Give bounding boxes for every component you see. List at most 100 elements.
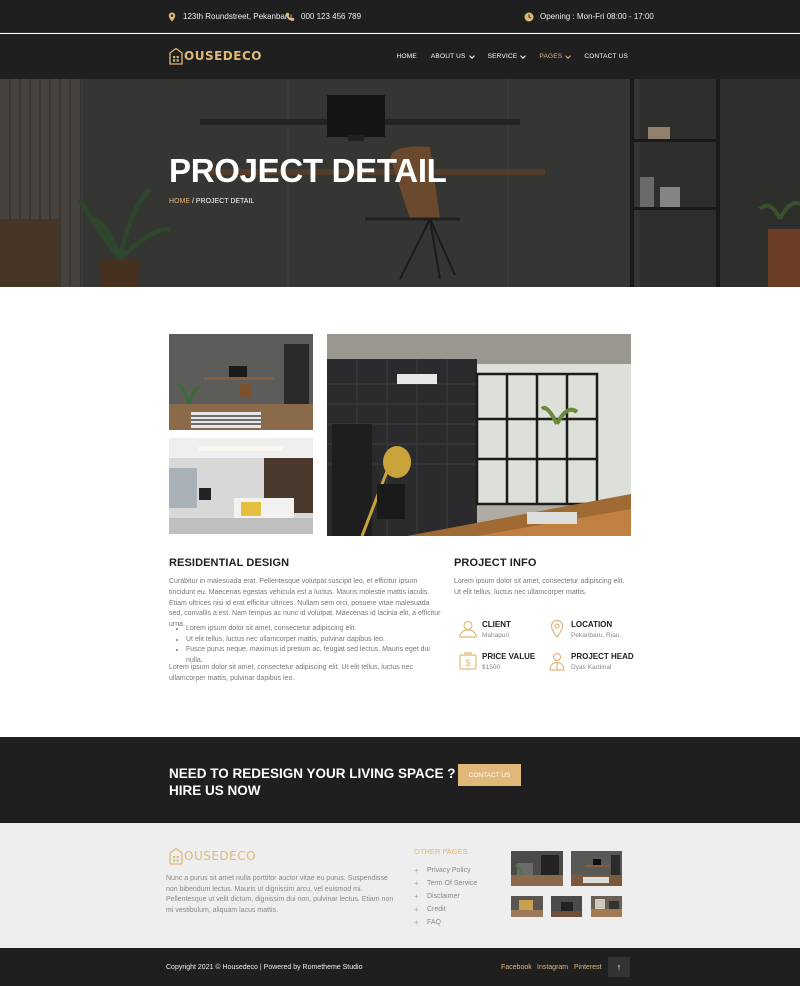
list-item: Lorem ipsum dolor sit amet, consectetur … bbox=[186, 624, 446, 635]
footer-about-text: Nunc a purus sit amet nulla porttitor au… bbox=[166, 875, 394, 914]
chevron-down-icon bbox=[468, 52, 475, 59]
footer-link-label: FAQ bbox=[427, 919, 442, 926]
thumb-photo bbox=[571, 851, 622, 886]
site-logo[interactable]: OUSEDECO bbox=[169, 47, 262, 65]
cta-heading: NEED TO REDESIGN YOUR LIVING SPACE ? HIR… bbox=[169, 765, 459, 799]
client-value: Mahapuri bbox=[482, 632, 510, 639]
residential-design-heading: RESIDENTIAL DESIGN bbox=[169, 557, 290, 569]
gallery-image-bedroom[interactable] bbox=[169, 438, 313, 534]
price-label: PRICE VALUE bbox=[482, 652, 536, 661]
plus-icon: + bbox=[414, 879, 419, 888]
info-price: $ PRICE VALUE $1500 bbox=[458, 651, 535, 671]
contact-us-button[interactable]: CONTACT US bbox=[458, 764, 521, 786]
gallery-image-office[interactable] bbox=[169, 334, 313, 430]
nav-contact-label: CONTACT US bbox=[584, 53, 628, 60]
info-project-head: PROJECT HEAD Dyas Kardinal bbox=[547, 651, 634, 671]
thumb-photo bbox=[511, 851, 563, 886]
footer-logo[interactable]: OUSEDECO bbox=[169, 847, 256, 865]
footer-link-label: Term Of Service bbox=[427, 880, 478, 887]
page-hero: PROJECT DETAIL HOME / PROJECT DETAIL bbox=[0, 79, 800, 287]
chevron-down-icon bbox=[520, 52, 527, 59]
cta-line-1: NEED TO REDESIGN YOUR LIVING SPACE ? bbox=[169, 766, 456, 781]
opening-hours: Opening : Mon-Fri 08:00 - 17:00 bbox=[524, 0, 654, 33]
footer-link-faq[interactable]: + FAQ bbox=[414, 916, 477, 929]
other-pages-heading: OTHER PAGES bbox=[414, 847, 468, 856]
nav-home[interactable]: HOME bbox=[397, 53, 417, 60]
client-label: CLIENT bbox=[482, 620, 511, 629]
phone-icon bbox=[286, 12, 295, 21]
phone-text: 000 123 456 789 bbox=[301, 12, 362, 21]
residential-paragraph-2: Lorem ipsum dolor sit amet, consectetur … bbox=[169, 664, 413, 682]
chevron-down-icon bbox=[565, 52, 572, 59]
cta-banner: NEED TO REDESIGN YOUR LIVING SPACE ? HIR… bbox=[0, 737, 800, 823]
footer-link-label: Disclaimer bbox=[427, 893, 460, 900]
hours-text: Opening : Mon-Fri 08:00 - 17:00 bbox=[540, 12, 654, 21]
logo-text: OUSEDECO bbox=[184, 49, 262, 63]
svg-text:$: $ bbox=[465, 658, 470, 668]
living-room-photo bbox=[327, 334, 631, 536]
back-to-top-button[interactable]: ↑ bbox=[608, 957, 630, 977]
nav-contact-us[interactable]: CONTACT US bbox=[584, 53, 628, 60]
address-info: 123th Roundstreet, Pekanbaru. bbox=[167, 0, 294, 33]
project-head-label: PROJECT HEAD bbox=[571, 652, 634, 661]
nav-service-label: SERVICE bbox=[487, 53, 518, 60]
social-link-pinterest[interactable]: Pinterest bbox=[574, 948, 602, 986]
breadcrumb: HOME / PROJECT DETAIL bbox=[169, 198, 254, 205]
office-photo bbox=[169, 334, 313, 430]
footer-gallery-thumb[interactable] bbox=[511, 896, 543, 917]
nav-menu: HOME ABOUT US SERVICE PAGES CONTACT US bbox=[383, 34, 628, 79]
price-value: $1500 bbox=[482, 664, 501, 671]
social-link-facebook[interactable]: Facebook bbox=[501, 948, 532, 986]
footer-link-terms[interactable]: + Term Of Service bbox=[414, 877, 477, 890]
plus-icon: + bbox=[414, 918, 419, 927]
footer-gallery-thumb[interactable] bbox=[591, 896, 622, 917]
footer-gallery-thumb[interactable] bbox=[571, 851, 622, 886]
project-info-heading: PROJECT INFO bbox=[454, 557, 537, 569]
footer-links: + Privacy Policy + Term Of Service + Discla… bbox=[414, 864, 477, 929]
footer-logo-text: OUSEDECO bbox=[184, 849, 257, 863]
thumb-photo bbox=[591, 896, 622, 917]
footer-link-label: Privacy Policy bbox=[427, 867, 471, 874]
nav-about-label: ABOUT US bbox=[430, 53, 466, 60]
bedroom-photo bbox=[169, 438, 313, 534]
nav-pages-label: PAGES bbox=[539, 53, 563, 60]
plus-icon: + bbox=[414, 892, 419, 901]
nav-service[interactable]: SERVICE bbox=[487, 52, 527, 60]
breadcrumb-current: PROJECT DETAIL bbox=[195, 198, 255, 205]
breadcrumb-home-link[interactable]: HOME bbox=[169, 198, 190, 205]
footer-gallery-thumb[interactable] bbox=[511, 851, 563, 886]
plus-icon: + bbox=[414, 905, 419, 914]
project-info-description: Lorem ipsum dolor sit amet, consectetur … bbox=[454, 578, 625, 596]
footer-link-credit[interactable]: + Credit bbox=[414, 903, 477, 916]
clock-icon bbox=[524, 12, 534, 21]
nav-pages[interactable]: PAGES bbox=[539, 52, 572, 60]
footer-link-label: Credit bbox=[427, 906, 446, 913]
site-footer: OUSEDECO Nunc a purus sit amet nulla por… bbox=[0, 823, 800, 948]
project-head-value: Dyas Kardinal bbox=[571, 664, 612, 671]
info-client: CLIENT Mahapuri bbox=[458, 619, 511, 639]
bottom-bar: Copyright 2021 © Housedeco | Powered by … bbox=[0, 948, 800, 986]
residential-bullet-list: Lorem ipsum dolor sit amet, consectetur … bbox=[186, 624, 446, 666]
info-location: LOCATION Pekanbaru, Riau. bbox=[547, 619, 621, 639]
address-text: 123th Roundstreet, Pekanbaru. bbox=[183, 12, 295, 21]
location-value: Pekanbaru, Riau. bbox=[571, 632, 622, 639]
location-label: LOCATION bbox=[571, 620, 613, 629]
phone-info: 000 123 456 789 bbox=[285, 0, 361, 33]
nav-about-us[interactable]: ABOUT US bbox=[430, 52, 475, 60]
main-navbar: OUSEDECO HOME ABOUT US SERVICE PAGES CON… bbox=[0, 34, 800, 79]
residential-paragraph-1: Curabitur in malesuada erat. Pellentesqu… bbox=[169, 578, 441, 629]
house-logo-icon bbox=[169, 847, 183, 865]
cta-line-2: HIRE US NOW bbox=[169, 783, 261, 798]
nav-home-label: HOME bbox=[396, 53, 417, 60]
list-item: Ut elit tellus, luctus nec ullamcorper m… bbox=[186, 635, 446, 646]
social-link-instagram[interactable]: Instagram bbox=[537, 948, 568, 986]
footer-gallery-thumb[interactable] bbox=[551, 896, 582, 917]
arrow-up-icon: ↑ bbox=[616, 962, 622, 972]
footer-link-privacy[interactable]: + Privacy Policy bbox=[414, 864, 477, 877]
page-title: PROJECT DETAIL bbox=[169, 152, 447, 189]
top-info-bar: 123th Roundstreet, Pekanbaru. 000 123 45… bbox=[0, 0, 800, 33]
gallery-image-living-room[interactable] bbox=[327, 334, 631, 536]
footer-link-disclaimer[interactable]: + Disclaimer bbox=[414, 890, 477, 903]
copyright-text: Copyright 2021 © Housedeco | Powered by … bbox=[166, 963, 363, 971]
location-pin-icon bbox=[550, 619, 564, 638]
